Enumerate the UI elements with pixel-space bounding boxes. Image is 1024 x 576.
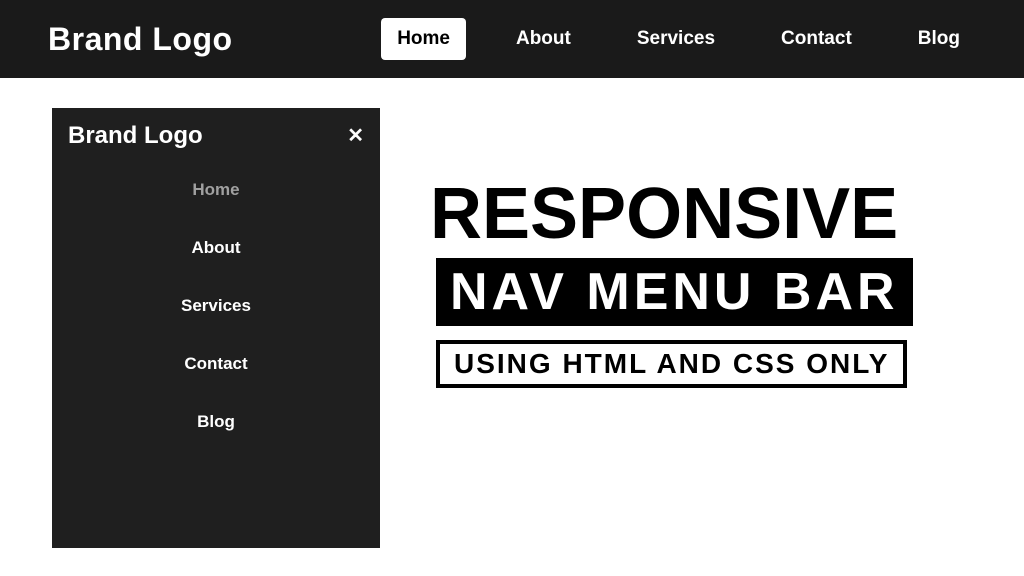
- brand-logo: Brand Logo: [48, 21, 233, 58]
- mobile-link-about[interactable]: About: [191, 238, 240, 258]
- nav-links: Home About Services Contact Blog: [381, 18, 976, 60]
- nav-link-services[interactable]: Services: [621, 18, 731, 60]
- mobile-link-home[interactable]: Home: [192, 180, 239, 200]
- mobile-link-services[interactable]: Services: [181, 296, 251, 316]
- nav-link-contact[interactable]: Contact: [765, 18, 868, 60]
- nav-link-blog[interactable]: Blog: [902, 18, 976, 60]
- mobile-brand-logo: Brand Logo: [68, 122, 203, 150]
- hero-section: RESPONSIVE NAV MENU BAR USING HTML AND C…: [430, 180, 913, 388]
- mobile-menu-panel: Brand Logo ✕ Home About Services Contact…: [52, 108, 380, 548]
- close-icon[interactable]: ✕: [347, 126, 364, 146]
- top-nav: Brand Logo Home About Services Contact B…: [0, 0, 1024, 78]
- mobile-nav-links: Home About Services Contact Blog: [68, 180, 364, 432]
- nav-link-home[interactable]: Home: [381, 18, 466, 60]
- mobile-menu-header: Brand Logo ✕: [68, 122, 364, 150]
- hero-heading-line2: NAV MENU BAR: [436, 258, 913, 326]
- mobile-link-blog[interactable]: Blog: [197, 412, 235, 432]
- nav-link-about[interactable]: About: [500, 18, 587, 60]
- hero-heading-line1: RESPONSIVE: [430, 180, 898, 248]
- mobile-link-contact[interactable]: Contact: [184, 354, 247, 374]
- hero-heading-line3: USING HTML AND CSS ONLY: [436, 340, 907, 388]
